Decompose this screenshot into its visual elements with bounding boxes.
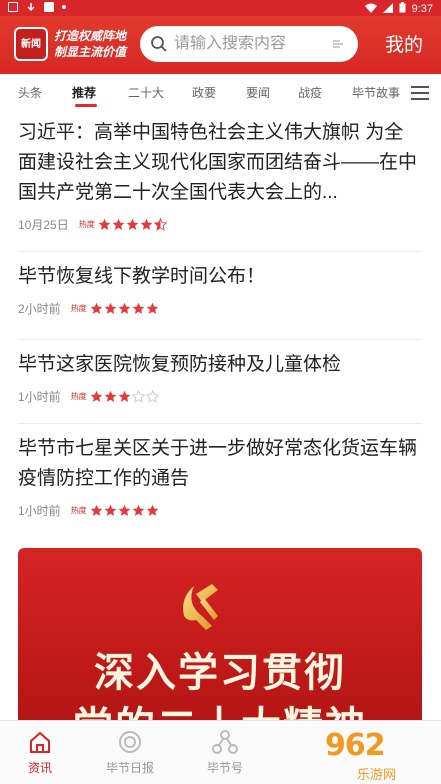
star-icon (104, 302, 116, 314)
news-item[interactable]: 毕节恢复线下教学时间公布！ 2小时前 热度 (18, 262, 422, 340)
search-box[interactable] (140, 26, 358, 62)
watermark-logo: 962 (325, 728, 386, 763)
star-icon (90, 390, 102, 402)
news-meta: 2小时前 热度 (18, 300, 422, 316)
nav-item-news[interactable]: 资讯 (0, 729, 80, 776)
news-meta: 1小时前 热度 (18, 502, 422, 518)
network-icon (212, 730, 238, 754)
heat-label: 热度 (70, 303, 87, 313)
news-item[interactable]: 毕节这家医院恢复预防接种及儿童体检 1小时前 热度 (18, 350, 422, 424)
tab-epidemic[interactable]: 战疫 (298, 84, 322, 101)
mail-icon (44, 2, 54, 12)
menu-icon[interactable] (411, 86, 429, 100)
star-icon (90, 504, 102, 516)
star-icon (104, 390, 116, 402)
news-meta: 10月25日 热度 (18, 216, 422, 232)
tab-recommend[interactable]: 推荐 (72, 84, 96, 101)
star-icon (145, 389, 159, 403)
star-icon (90, 302, 102, 314)
logo-badge: 新闻 (14, 27, 48, 61)
search-input[interactable] (174, 35, 324, 53)
news-time: 2小时前 (18, 301, 61, 316)
nav-label-bijie-account: 毕节号 (206, 761, 243, 775)
battery-icon (399, 2, 406, 16)
site-watermark: 962 乐游网 (317, 726, 437, 782)
heat-rating (90, 302, 159, 315)
star-icon (126, 218, 139, 230)
nav-item-bijie-daily[interactable]: 毕节日报 (90, 729, 170, 776)
star-icon (132, 504, 144, 516)
heat-label: 热度 (70, 505, 87, 515)
news-item[interactable]: 毕节市七星关区关于进一步做好常态化货运车辆疫情防控工作的通告 1小时前 热度 (18, 434, 422, 538)
notification-dot-icon (62, 5, 66, 9)
news-title: 习近平：高举中国特色社会主义伟大旗帜 为全面建设社会主义现代化国家而团结奋斗——… (18, 122, 418, 203)
heat-label: 热度 (78, 219, 95, 229)
star-icon (112, 218, 125, 230)
news-item[interactable]: 习近平：高举中国特色社会主义伟大旗帜 为全面建设社会主义现代化国家而团结奋斗——… (18, 118, 422, 252)
channel-tabs: 头条 推荐 二十大 政要 要闻 战疫 毕节故事 (0, 74, 441, 112)
nav-item-bijie-account[interactable]: 毕节号 (185, 729, 265, 776)
tab-politics[interactable]: 政要 (192, 84, 216, 101)
star-icon (118, 390, 130, 402)
scan-icon[interactable] (330, 36, 346, 52)
banner-headline: 深入学习贯彻 (94, 651, 346, 695)
nav-label-bijie-daily: 毕节日报 (105, 761, 154, 775)
party-emblem-icon (183, 584, 218, 630)
heat-rating (90, 504, 159, 517)
search-icon (150, 35, 168, 53)
promo-banner[interactable]: 深入学习贯彻 党的二十大精神 (18, 548, 422, 726)
slogan-line2: 制显主流价值 (54, 45, 127, 59)
star-icon (131, 389, 145, 403)
tab-bijie-stories[interactable]: 毕节故事 (352, 84, 400, 101)
slogan-line1: 打造权威阵地 (54, 29, 127, 43)
news-title: 毕节恢复线下教学时间公布！ (18, 266, 266, 287)
mine-button[interactable]: 我的 (385, 30, 423, 57)
status-bar: 9:37 (0, 0, 441, 16)
tab-twentieth-congress[interactable]: 二十大 (128, 84, 164, 101)
active-tab-indicator (75, 104, 97, 107)
news-time: 1小时前 (18, 389, 61, 404)
signal-icon (382, 2, 393, 16)
news-title: 毕节市七星关区关于进一步做好常态化货运车辆疫情防控工作的通告 (18, 438, 418, 489)
star-icon (118, 302, 130, 314)
news-time: 10月25日 (18, 217, 69, 232)
app-logo[interactable]: 新闻 打造权威阵地 制显主流价值 (14, 23, 138, 65)
home-icon (30, 731, 50, 753)
star-icon (132, 302, 144, 314)
status-time: 9:37 (411, 3, 433, 15)
image-icon (8, 2, 18, 12)
newspaper-icon (119, 731, 141, 753)
news-time: 1小时前 (18, 503, 61, 518)
star-icon (140, 218, 153, 230)
star-icon (118, 504, 130, 516)
watermark-sub: 乐游网 (357, 767, 397, 782)
nav-label-news: 资讯 (27, 761, 52, 775)
star-icon (146, 302, 158, 314)
download-icon (26, 2, 36, 12)
star-icon (153, 217, 167, 231)
news-meta: 1小时前 热度 (18, 388, 422, 404)
logo-slogan: 打造权威阵地 制显主流价值 (54, 28, 126, 60)
star-icon (98, 218, 111, 230)
news-title: 毕节这家医院恢复预防接种及儿童体检 (18, 354, 342, 375)
heat-rating (90, 389, 159, 403)
star-icon (146, 504, 158, 516)
tab-news[interactable]: 要闻 (246, 84, 270, 101)
tab-toutiao[interactable]: 头条 (18, 84, 42, 101)
star-icon (104, 504, 116, 516)
wifi-icon (364, 3, 377, 16)
app-header: 新闻 打造权威阵地 制显主流价值 我的 (0, 16, 441, 74)
heat-rating (98, 217, 167, 231)
heat-label: 热度 (70, 391, 87, 401)
